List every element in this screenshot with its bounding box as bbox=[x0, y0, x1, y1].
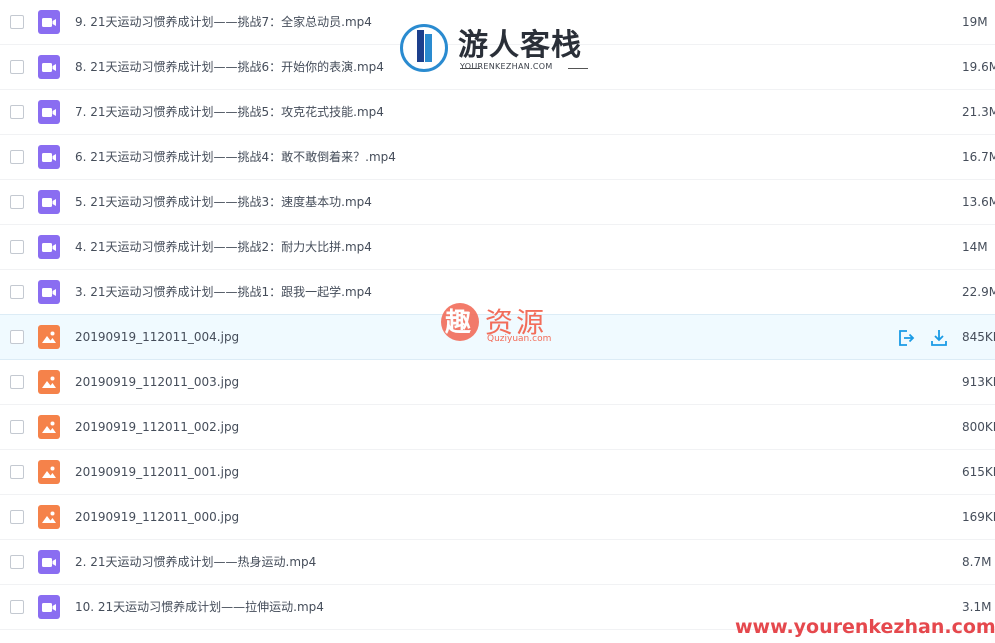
file-name[interactable]: 4. 21天运动习惯养成计划——挑战2：耐力大比拼.mp4 bbox=[75, 238, 372, 256]
watermark-badge: 趣 bbox=[441, 303, 479, 341]
file-size: 21.3M bbox=[962, 105, 995, 119]
file-size: 913KB bbox=[962, 375, 995, 389]
file-name[interactable]: 20190919_112011_001.jpg bbox=[75, 463, 239, 481]
file-checkbox[interactable] bbox=[10, 285, 24, 299]
file-name[interactable]: 20190919_112011_000.jpg bbox=[75, 508, 239, 526]
image-file-icon bbox=[38, 370, 60, 394]
file-checkbox[interactable] bbox=[10, 465, 24, 479]
watermark-bottom-url: www.yourenkezhan.com bbox=[735, 616, 995, 638]
file-size: 8.7M bbox=[962, 555, 992, 569]
file-checkbox[interactable] bbox=[10, 330, 24, 344]
file-checkbox[interactable] bbox=[10, 60, 24, 74]
image-file-icon bbox=[38, 415, 60, 439]
file-row[interactable]: 20190919_112011_002.jpg 800KB bbox=[0, 405, 995, 450]
video-file-icon bbox=[38, 190, 60, 214]
file-name[interactable]: 10. 21天运动习惯养成计划——拉伸运动.mp4 bbox=[75, 598, 324, 616]
file-row[interactable]: 20190919_112011_001.jpg 615KB bbox=[0, 450, 995, 495]
file-size: 800KB bbox=[962, 420, 995, 434]
file-size: 19.6M bbox=[962, 60, 995, 74]
file-name[interactable]: 3. 21天运动习惯养成计划——挑战1：跟我一起学.mp4 bbox=[75, 283, 372, 301]
file-row[interactable]: 6. 21天运动习惯养成计划——挑战4：敢不敢倒着来？.mp4 16.7M bbox=[0, 135, 995, 180]
file-checkbox[interactable] bbox=[10, 195, 24, 209]
watermark-yourenkezhan-logo: 游人客栈 YOURENKEZHAN.COM bbox=[400, 22, 595, 78]
file-row[interactable]: 7. 21天运动习惯养成计划——挑战5：攻克花式技能.mp4 21.3M bbox=[0, 90, 995, 135]
file-row[interactable]: 20190919_112011_000.jpg 169KB bbox=[0, 495, 995, 540]
video-file-icon bbox=[38, 235, 60, 259]
image-file-icon bbox=[38, 325, 60, 349]
video-file-icon bbox=[38, 145, 60, 169]
video-file-icon bbox=[38, 550, 60, 574]
file-name[interactable]: 20190919_112011_002.jpg bbox=[75, 418, 239, 436]
file-name[interactable]: 5. 21天运动习惯养成计划——挑战3：速度基本功.mp4 bbox=[75, 193, 372, 211]
file-name[interactable]: 6. 21天运动习惯养成计划——挑战4：敢不敢倒着来？.mp4 bbox=[75, 148, 396, 166]
watermark-quziyuan: 趣 资源 Quziyuan.com bbox=[441, 301, 561, 347]
file-checkbox[interactable] bbox=[10, 600, 24, 614]
share-icon[interactable] bbox=[896, 328, 916, 348]
video-file-icon bbox=[38, 10, 60, 34]
file-checkbox[interactable] bbox=[10, 240, 24, 254]
image-file-icon bbox=[38, 505, 60, 529]
file-size: 615KB bbox=[962, 465, 995, 479]
file-checkbox[interactable] bbox=[10, 510, 24, 524]
file-size: 3.1M bbox=[962, 600, 992, 614]
download-icon[interactable] bbox=[929, 328, 949, 348]
video-file-icon bbox=[38, 55, 60, 79]
file-row[interactable]: 20190919_112011_003.jpg 913KB bbox=[0, 360, 995, 405]
file-size: 13.6M bbox=[962, 195, 995, 209]
file-name[interactable]: 2. 21天运动习惯养成计划——热身运动.mp4 bbox=[75, 553, 316, 571]
file-size: 845KB bbox=[962, 330, 995, 344]
image-file-icon bbox=[38, 460, 60, 484]
video-file-icon bbox=[38, 280, 60, 304]
file-checkbox[interactable] bbox=[10, 150, 24, 164]
file-size: 14M bbox=[962, 240, 988, 254]
file-name[interactable]: 9. 21天运动习惯养成计划——挑战7：全家总动员.mp4 bbox=[75, 13, 372, 31]
watermark-url: YOURENKEZHAN.COM bbox=[460, 62, 553, 71]
watermark-name: 游人客栈 bbox=[458, 28, 582, 63]
watermark-mid-url: Quziyuan.com bbox=[487, 334, 552, 344]
file-checkbox[interactable] bbox=[10, 375, 24, 389]
file-checkbox[interactable] bbox=[10, 15, 24, 29]
video-file-icon bbox=[38, 595, 60, 619]
file-size: 22.9M bbox=[962, 285, 995, 299]
file-checkbox[interactable] bbox=[10, 555, 24, 569]
watermark-logo-circle bbox=[400, 24, 448, 72]
file-row[interactable]: 4. 21天运动习惯养成计划——挑战2：耐力大比拼.mp4 14M bbox=[0, 225, 995, 270]
file-size: 16.7M bbox=[962, 150, 995, 164]
file-size: 169KB bbox=[962, 510, 995, 524]
file-checkbox[interactable] bbox=[10, 105, 24, 119]
file-row[interactable]: 5. 21天运动习惯养成计划——挑战3：速度基本功.mp4 13.6M bbox=[0, 180, 995, 225]
file-name[interactable]: 8. 21天运动习惯养成计划——挑战6：开始你的表演.mp4 bbox=[75, 58, 384, 76]
watermark-logo-bar bbox=[425, 34, 432, 62]
file-checkbox[interactable] bbox=[10, 420, 24, 434]
watermark-rule bbox=[568, 68, 588, 69]
watermark-badge-char: 趣 bbox=[445, 308, 472, 338]
video-file-icon bbox=[38, 100, 60, 124]
file-size: 19M bbox=[962, 15, 988, 29]
file-row[interactable]: 2. 21天运动习惯养成计划——热身运动.mp4 8.7M bbox=[0, 540, 995, 585]
file-name[interactable]: 20190919_112011_004.jpg bbox=[75, 328, 239, 346]
file-name[interactable]: 7. 21天运动习惯养成计划——挑战5：攻克花式技能.mp4 bbox=[75, 103, 384, 121]
file-name[interactable]: 20190919_112011_003.jpg bbox=[75, 373, 239, 391]
watermark-logo-bar bbox=[417, 30, 424, 62]
